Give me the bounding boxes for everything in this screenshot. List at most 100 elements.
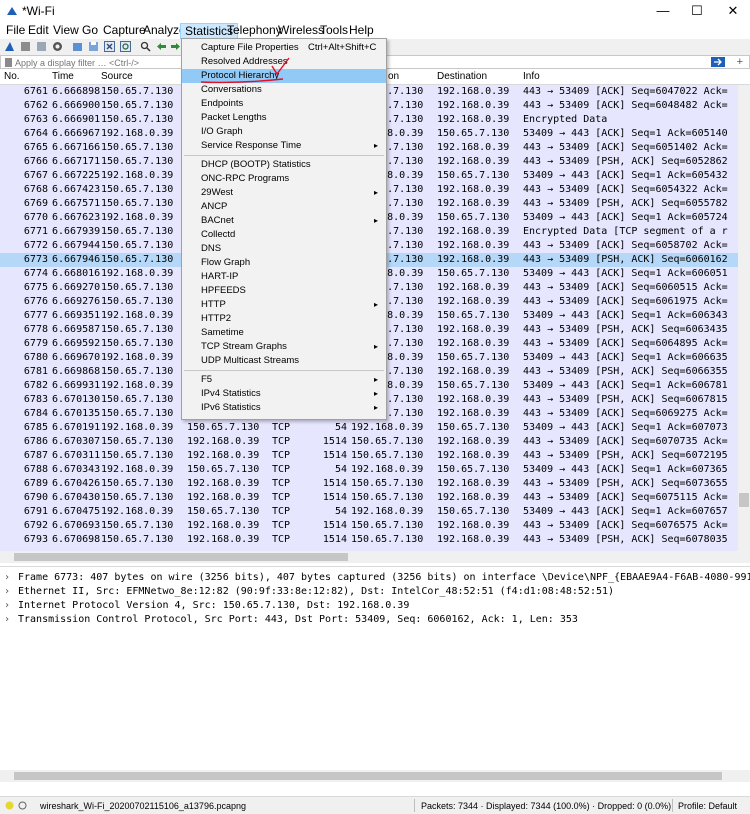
find-icon[interactable] xyxy=(140,41,151,52)
chevron-right-icon[interactable]: › xyxy=(4,585,18,599)
save-icon[interactable] xyxy=(88,41,99,52)
cell-info: 53409 → 443 [ACK] Seq=1 Ack=607073 xyxy=(523,422,728,433)
restart-icon[interactable] xyxy=(36,41,47,52)
cell-info: 443 → 53409 [ACK] Seq=6047022 Ack= xyxy=(523,86,728,97)
capture-status-icon[interactable] xyxy=(18,801,27,810)
menu-item-http2[interactable]: HTTP2 xyxy=(182,312,386,326)
menu-item-resolved-addresses[interactable]: Resolved Addresses xyxy=(182,55,386,69)
menu-item-ancp[interactable]: ANCP xyxy=(182,200,386,214)
menu-item-flow-graph[interactable]: Flow Graph xyxy=(182,256,386,270)
packet-row[interactable]: 6787 6.670311 150.65.7.130 192.168.0.39 TCP 1… xyxy=(0,449,738,463)
menu-item-hart-ip[interactable]: HART-IP xyxy=(182,270,386,284)
detail-tcp[interactable]: › Transmission Control Protocol, Src Port… xyxy=(4,613,578,627)
bookmark-icon[interactable] xyxy=(4,58,13,67)
menu-item-hpfeeds[interactable]: HPFEEDS xyxy=(182,284,386,298)
cell-source: 192.168.0.39 xyxy=(101,170,174,181)
cell-source-dup: 150.65.7.130 xyxy=(351,492,424,503)
cell-source: 150.65.7.130 xyxy=(101,394,174,405)
scroll-thumb[interactable] xyxy=(14,772,722,780)
packet-row[interactable]: 6789 6.670426 150.65.7.130 192.168.0.39 TCP 1… xyxy=(0,477,738,491)
menu-item-bacnet[interactable]: BACnet ▸ xyxy=(182,214,386,228)
scroll-thumb[interactable] xyxy=(14,553,348,561)
detail-ipv4[interactable]: › Internet Protocol Version 4, Src: 150.6… xyxy=(4,599,409,613)
packet-row[interactable]: 6788 6.670343 192.168.0.39 150.65.7.130 TCP 5… xyxy=(0,463,738,477)
minimize-button[interactable]: — xyxy=(646,0,680,22)
close-button[interactable]: ✕ xyxy=(716,0,750,22)
col-destination[interactable]: Destination xyxy=(437,71,487,82)
submenu-arrow-icon: ▸ xyxy=(374,342,379,351)
menu-item-packet-lengths[interactable]: Packet Lengths xyxy=(182,111,386,125)
cell-source: 150.65.7.130 xyxy=(101,240,174,251)
menu-item-dns[interactable]: DNS xyxy=(182,242,386,256)
forward-icon[interactable] xyxy=(170,41,181,52)
chevron-right-icon[interactable]: › xyxy=(4,599,18,613)
menu-item-endpoints[interactable]: Endpoints xyxy=(182,97,386,111)
cell-source: 150.65.7.130 xyxy=(101,184,174,195)
col-time[interactable]: Time xyxy=(52,71,74,82)
details-hscrollbar[interactable] xyxy=(0,770,750,782)
chevron-right-icon[interactable]: › xyxy=(4,571,18,585)
packet-row[interactable]: 6792 6.670693 150.65.7.130 192.168.0.39 TCP 1… xyxy=(0,519,738,533)
cell-source: 150.65.7.130 xyxy=(101,198,174,209)
cell-protocol: TCP xyxy=(272,450,291,461)
menu-item-sametime[interactable]: Sametime xyxy=(182,326,386,340)
cell-time: 6.667171 xyxy=(52,156,101,167)
menu-item-29west[interactable]: 29West ▸ xyxy=(182,186,386,200)
cell-info: 53409 → 443 [ACK] Seq=1 Ack=605140 xyxy=(523,128,728,139)
filter-apply-icon[interactable] xyxy=(711,57,725,67)
shark-fin-icon[interactable] xyxy=(4,41,15,52)
menu-item-onc-rpc-programs[interactable]: ONC-RPC Programs xyxy=(182,172,386,186)
status-file: wireshark_Wi-Fi_20200702115106_a13796.pc… xyxy=(40,801,246,811)
menu-item-label: UDP Multicast Streams xyxy=(201,355,300,366)
menu-item-tcp-stream-graphs[interactable]: TCP Stream Graphs ▸ xyxy=(182,340,386,354)
expert-info-icon[interactable] xyxy=(5,801,14,810)
cell-source-dup: 150.65.7.130 xyxy=(351,436,424,447)
detail-ethernet[interactable]: › Ethernet II, Src: EFMNetwo_8e:12:82 (90… xyxy=(4,585,614,599)
menu-item-conversations[interactable]: Conversations xyxy=(182,83,386,97)
chevron-right-icon[interactable]: › xyxy=(4,613,18,627)
col-source[interactable]: Source xyxy=(101,71,133,82)
add-filter-button[interactable]: + xyxy=(737,56,743,68)
cell-info: 443 → 53409 [PSH, ACK] Seq=6066355 xyxy=(523,366,728,377)
back-icon[interactable] xyxy=(156,41,167,52)
cell-time: 6.668016 xyxy=(52,268,101,279)
open-icon[interactable] xyxy=(72,41,83,52)
cell-destination-dup: 192.168.0.39 xyxy=(437,100,510,111)
menu-item-collectd[interactable]: Collectd xyxy=(182,228,386,242)
menu-item-protocol-hierarchy[interactable]: Protocol Hierarchy xyxy=(182,69,386,83)
menu-item-service-response-time[interactable]: Service Response Time ▸ xyxy=(182,139,386,153)
maximize-button[interactable]: ☐ xyxy=(680,0,714,22)
status-profile[interactable]: Profile: Default xyxy=(678,801,737,811)
scroll-thumb[interactable] xyxy=(739,493,749,507)
reload-icon[interactable] xyxy=(120,41,131,52)
col-no[interactable]: No. xyxy=(4,71,20,82)
menu-help[interactable]: Help xyxy=(345,23,378,39)
packet-row[interactable]: 6793 6.670698 150.65.7.130 192.168.0.39 TCP 1… xyxy=(0,533,738,547)
menu-item-capture-file-properties[interactable]: Capture File Properties Ctrl+Alt+Shift+C xyxy=(182,41,386,55)
col-info[interactable]: Info xyxy=(523,71,540,82)
packet-row[interactable]: 6786 6.670307 150.65.7.130 192.168.0.39 TCP 1… xyxy=(0,435,738,449)
packet-row[interactable]: 6790 6.670430 150.65.7.130 192.168.0.39 TCP 1… xyxy=(0,491,738,505)
options-icon[interactable] xyxy=(52,41,63,52)
stop-icon[interactable] xyxy=(20,41,31,52)
cell-info: 443 → 53409 [PSH, ACK] Seq=6078035 xyxy=(523,534,728,545)
cell-time: 6.667939 xyxy=(52,226,101,237)
menu-item-i-o-graph[interactable]: I/O Graph xyxy=(182,125,386,139)
status-bar: wireshark_Wi-Fi_20200702115106_a13796.pc… xyxy=(0,796,750,814)
packet-list-hscrollbar[interactable] xyxy=(0,551,750,563)
menu-item-label: TCP Stream Graphs xyxy=(201,341,287,352)
cell-destination-dup: 192.168.0.39 xyxy=(437,366,510,377)
detail-text: Frame 6773: 407 bytes on wire (3256 bits… xyxy=(18,572,750,583)
menu-item-udp-multicast-streams[interactable]: UDP Multicast Streams xyxy=(182,354,386,368)
menu-item-ipv6-statistics[interactable]: IPv6 Statistics ▸ xyxy=(182,401,386,415)
close-file-icon[interactable] xyxy=(104,41,115,52)
menu-item-dhcp-bootp-statistics[interactable]: DHCP (BOOTP) Statistics xyxy=(182,158,386,172)
menu-item-ipv4-statistics[interactable]: IPv4 Statistics ▸ xyxy=(182,387,386,401)
packet-row[interactable]: 6785 6.670191 192.168.0.39 150.65.7.130 TCP 5… xyxy=(0,421,738,435)
packet-list-vscrollbar[interactable] xyxy=(738,85,750,551)
menu-item-http[interactable]: HTTP ▸ xyxy=(182,298,386,312)
menu-item-f5[interactable]: F5 ▸ xyxy=(182,373,386,387)
cell-destination-dup: 192.168.0.39 xyxy=(437,394,510,405)
packet-row[interactable]: 6791 6.670475 192.168.0.39 150.65.7.130 TCP 5… xyxy=(0,505,738,519)
detail-frame[interactable]: › Frame 6773: 407 bytes on wire (3256 bit… xyxy=(4,571,750,585)
